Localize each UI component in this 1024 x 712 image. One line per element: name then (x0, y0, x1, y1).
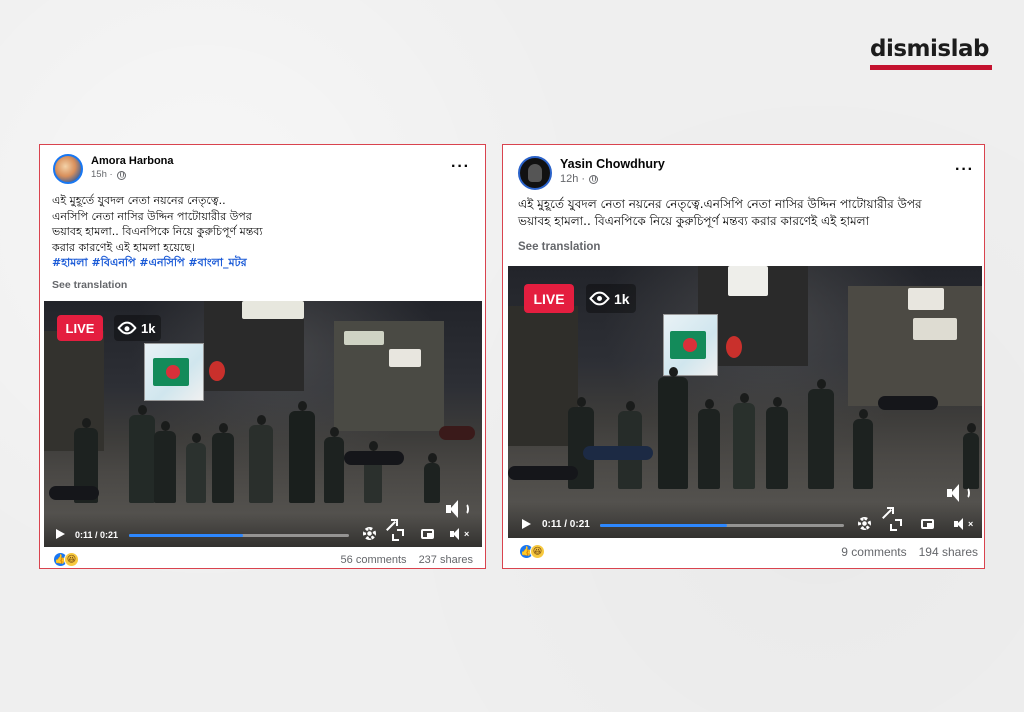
expand-icon[interactable] (392, 529, 404, 541)
viewer-count-value: 1k (141, 320, 156, 336)
see-translation-link[interactable]: See translation (52, 279, 127, 291)
share-count[interactable]: 194 shares (919, 545, 978, 559)
volume-wave (963, 487, 970, 499)
progress-bar[interactable] (129, 534, 349, 537)
live-badge: LIVE (524, 284, 574, 313)
eye-icon (588, 287, 611, 310)
mute-icon[interactable] (450, 528, 463, 540)
author-name[interactable]: Yasin Chowdhury (560, 156, 665, 172)
progress-bar[interactable] (600, 524, 844, 527)
engagement-counts: 56 comments 237 shares (341, 554, 473, 566)
globe-icon (589, 174, 599, 184)
see-translation-link[interactable]: See translation (518, 241, 600, 253)
facebook-post-card: Amora Harbona 15h · ··· এই মুহূর্তে যুবদ… (39, 144, 486, 569)
gear-icon[interactable] (858, 517, 871, 530)
post-text-line: করার কারণেই এই হামলা হয়েছে। (52, 240, 195, 254)
video-controls: 0:11 / 0:21 × (508, 502, 982, 538)
post-text: এই মুহূর্তে যুবদল নেতা নয়নের নেতৃত্বে..… (52, 193, 472, 271)
viewer-count: 1k (586, 284, 636, 313)
expand-icon[interactable] (890, 519, 902, 531)
dismislab-logo: dismislab (870, 36, 994, 70)
hashtags[interactable]: #হামলা #বিএনপি #এনসিপি #বাংলা_মটর (52, 255, 472, 271)
avatar-silhouette (528, 164, 542, 182)
post-text-line: ভয়াবহ হামলা.. বিএনপিকে নিয়ে কুরুচিপূর্… (52, 225, 263, 238)
avatar[interactable] (53, 154, 83, 184)
post-text-line: এই মুহূর্তে যুবদল নেতা নয়নের নেতৃত্বে.এ… (518, 197, 922, 211)
time-label: 15h · (91, 169, 113, 180)
time-label: 12h · (560, 173, 586, 185)
post-text-line: এই মুহূর্তে যুবদল নেতা নয়নের নেতৃত্বে.. (52, 194, 226, 207)
mute-icon[interactable] (954, 518, 967, 530)
post-text-line: ভয়াবহ হামলা.. বিএনপিকে নিয়ে কুরুচিপূর্… (518, 214, 870, 228)
globe-icon (116, 170, 126, 180)
more-options-icon[interactable]: ··· (451, 159, 470, 175)
pip-icon[interactable] (421, 529, 434, 539)
logo-underline (870, 65, 992, 70)
post-time[interactable]: 15h · (91, 168, 174, 182)
post-text-line: এনসিপি নেতা নাসির উদ্দিন পাটোয়ারীর উপর (52, 209, 252, 223)
eye-icon (117, 318, 137, 338)
post-header: Amora Harbona 15h · (53, 154, 174, 184)
viewer-count-value: 1k (614, 290, 630, 307)
play-icon[interactable] (522, 519, 531, 529)
gear-icon[interactable] (363, 527, 376, 540)
pip-icon[interactable] (921, 519, 934, 529)
post-text: এই মুহূর্তে যুবদল নেতা নয়নের নেতৃত্বে.এ… (518, 196, 978, 230)
viewer-count: 1k (114, 315, 162, 341)
comment-count[interactable]: 56 comments (341, 554, 407, 566)
more-options-icon[interactable]: ··· (955, 162, 974, 178)
video-frame (508, 266, 982, 538)
share-count[interactable]: 237 shares (419, 554, 473, 566)
live-video-player[interactable]: LIVE 1k 0:11 / 0:21 × (508, 266, 982, 538)
video-frame (44, 301, 482, 547)
engagement-counts: 9 comments 194 shares (841, 545, 978, 559)
reactions[interactable]: 👍 😆 (519, 544, 545, 559)
mute-x-icon: × (968, 519, 974, 529)
live-video-player[interactable]: LIVE 1k 0:11 / 0:21 × (44, 301, 482, 547)
live-badge: LIVE (57, 315, 103, 341)
timecode: 0:11 / 0:21 (542, 519, 590, 530)
facebook-post-card: Yasin Chowdhury 12h · ··· এই মুহূর্তে যু… (502, 144, 985, 569)
author-name[interactable]: Amora Harbona (91, 154, 174, 168)
post-time[interactable]: 12h · (560, 172, 665, 186)
post-header: Yasin Chowdhury 12h · (518, 156, 665, 190)
comment-count[interactable]: 9 comments (841, 545, 906, 559)
play-icon[interactable] (56, 529, 65, 539)
logo-text: dismislab (870, 36, 989, 62)
timecode: 0:11 / 0:21 (75, 530, 119, 540)
progress-fill (600, 524, 727, 527)
avatar[interactable] (518, 156, 552, 190)
haha-reaction-icon: 😆 (64, 552, 79, 567)
haha-reaction-icon: 😆 (530, 544, 545, 559)
mute-x-icon: × (464, 529, 470, 539)
progress-fill (129, 534, 244, 537)
video-controls: 0:11 / 0:21 × (44, 513, 482, 547)
reactions[interactable]: 👍 😆 (53, 552, 79, 567)
